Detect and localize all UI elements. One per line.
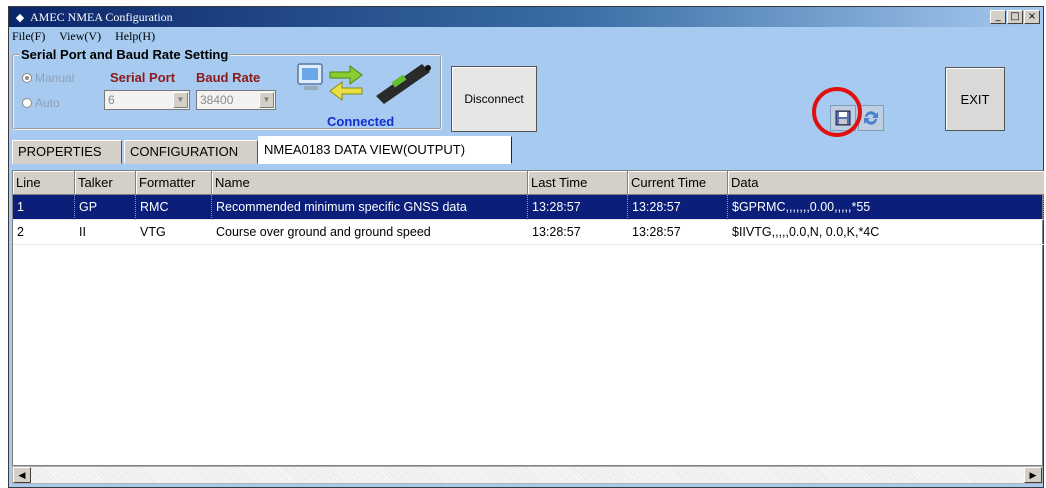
cell-line: 2 [13, 220, 75, 245]
menu-help[interactable]: Help(H) [115, 29, 155, 43]
col-line[interactable]: Line [13, 171, 75, 195]
radio-dot-icon [22, 98, 32, 108]
col-data[interactable]: Data [728, 171, 1044, 195]
computer-icon [297, 63, 323, 90]
app-icon: ◆ [15, 12, 25, 24]
refresh-icon [864, 111, 878, 125]
radio-manual[interactable]: Manual [22, 71, 74, 85]
exit-button[interactable]: EXIT [945, 67, 1005, 131]
data-table: Line Talker Formatter Name Last Time Cur… [12, 170, 1044, 466]
baud-rate-value: 38400 [200, 93, 234, 107]
serial-port-label: Serial Port [110, 70, 176, 85]
tab-properties[interactable]: PROPERTIES [12, 140, 122, 164]
serial-settings-group: Serial Port and Baud Rate Setting Manual… [12, 47, 442, 130]
cell-current-time: 13:28:57 [628, 220, 728, 245]
cell-data: $GPRMC,,,,,,,0.00,,,,,*55 [728, 195, 1044, 220]
radio-auto-label: Auto [35, 96, 60, 110]
table-header: Line Talker Formatter Name Last Time Cur… [13, 171, 1044, 195]
cell-formatter: VTG [136, 220, 212, 245]
chevron-down-icon[interactable]: ▼ [259, 92, 274, 108]
chevron-down-icon[interactable]: ▼ [173, 92, 188, 108]
minimize-button[interactable]: _ [990, 10, 1006, 24]
col-last-time[interactable]: Last Time [528, 171, 628, 195]
menu-bar: File(F) View(V) Help(H) [9, 27, 1043, 45]
cell-talker: GP [75, 195, 136, 220]
cell-line: 1 [13, 195, 75, 220]
radio-auto[interactable]: Auto [22, 96, 60, 110]
connection-icons [297, 63, 431, 104]
scroll-right-icon[interactable]: ▶ [1024, 467, 1042, 483]
cell-name: Course over ground and ground speed [212, 220, 528, 245]
col-formatter[interactable]: Formatter [136, 171, 212, 195]
cell-talker: II [75, 220, 136, 245]
scroll-left-icon[interactable]: ◀ [13, 467, 31, 483]
col-current-time[interactable]: Current Time [628, 171, 728, 195]
window-title: AMEC NMEA Configuration [30, 10, 173, 24]
table-row[interactable]: 1 GP RMC Recommended minimum specific GN… [13, 195, 1044, 220]
gps-device-icon [376, 64, 431, 104]
menu-view[interactable]: View(V) [59, 29, 101, 43]
disconnect-button[interactable]: Disconnect [451, 66, 537, 132]
close-button[interactable]: × [1024, 10, 1040, 24]
cell-data: $IIVTG,,,,,0.0,N, 0.0,K,*4C [728, 220, 1044, 245]
baud-rate-select[interactable]: 38400 ▼ [196, 90, 276, 110]
cell-last-time: 13:28:57 [528, 220, 628, 245]
connection-status: Connected [327, 114, 395, 129]
radio-manual-label: Manual [35, 71, 75, 85]
radio-dot-icon [22, 73, 32, 83]
maximize-button[interactable]: □ [1007, 10, 1023, 24]
cell-formatter: RMC [136, 195, 212, 220]
col-name[interactable]: Name [212, 171, 528, 195]
baud-rate-label: Baud Rate [196, 70, 261, 85]
tab-nmea-data-view[interactable]: NMEA0183 DATA VIEW(OUTPUT) [258, 136, 512, 164]
tab-configuration[interactable]: CONFIGURATION [124, 140, 258, 164]
highlight-circle [812, 87, 862, 137]
cell-last-time: 13:28:57 [528, 195, 628, 220]
horizontal-scrollbar[interactable]: ◀ ▶ [12, 466, 1043, 484]
window-controls: _ □ × [989, 10, 1040, 24]
cell-current-time: 13:28:57 [628, 195, 728, 220]
col-talker[interactable]: Talker [75, 171, 136, 195]
menu-file[interactable]: File(F) [12, 29, 45, 43]
cell-name: Recommended minimum specific GNSS data [212, 195, 528, 220]
serial-port-select[interactable]: 6 ▼ [104, 90, 190, 110]
table-row[interactable]: 2 II VTG Course over ground and ground s… [13, 220, 1044, 245]
serial-port-value: 6 [108, 93, 115, 107]
title-bar: ◆ AMEC NMEA Configuration _ □ × [9, 7, 1043, 27]
transfer-arrows-icon [329, 65, 363, 101]
serial-group-title: Serial Port and Baud Rate Setting [19, 47, 231, 62]
